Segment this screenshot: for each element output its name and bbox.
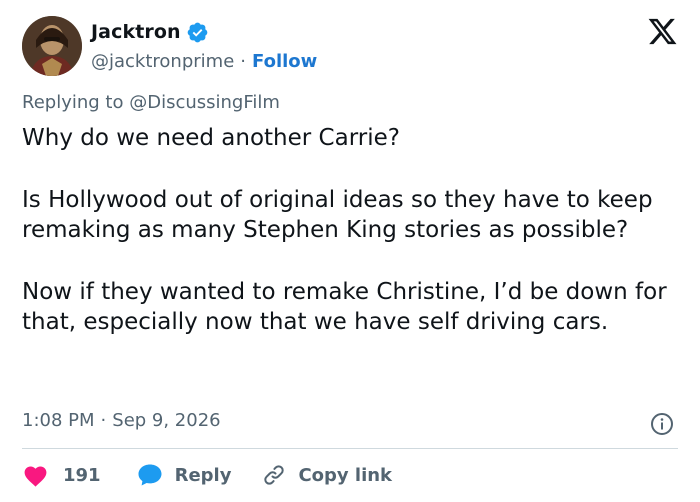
timestamp-separator: ·: [100, 410, 107, 431]
divider: [22, 448, 678, 449]
tweet-paragraph: Why do we need another Carrie?: [22, 125, 400, 151]
tweet-paragraph: Is Hollywood out of original ideas so th…: [22, 186, 653, 244]
verified-badge-icon: [186, 21, 209, 44]
tweet-date: Sep 9, 2026: [112, 410, 221, 431]
author-handle[interactable]: @jacktronprime: [91, 51, 234, 72]
copy-link-label: Copy link: [298, 464, 393, 486]
reply-context-mention[interactable]: @DiscussingFilm: [129, 92, 280, 113]
handle-separator: ·: [240, 50, 247, 72]
avatar[interactable]: [22, 16, 82, 76]
reply-button[interactable]: Reply: [137, 463, 232, 487]
handle-row: @jacktronprime · Follow: [91, 48, 317, 74]
like-count: 191: [63, 464, 101, 486]
action-bar: 191 Reply Copy link: [22, 458, 392, 492]
tweet-time: 1:08 PM: [22, 410, 95, 431]
tweet-header: Jacktron @jacktronprime · Follow: [22, 15, 317, 77]
heart-icon: [22, 463, 49, 487]
tweet-timestamp[interactable]: 1:08 PM · Sep 9, 2026: [22, 410, 221, 431]
reply-label: Reply: [174, 464, 232, 486]
copy-link-button[interactable]: Copy link: [262, 463, 392, 487]
reply-context-prefix: Replying to: [22, 92, 124, 113]
reply-context: Replying to @DiscussingFilm: [22, 92, 280, 113]
name-row: Jacktron: [91, 18, 317, 46]
like-button[interactable]: 191: [22, 463, 101, 487]
author-display-name[interactable]: Jacktron: [91, 21, 181, 43]
link-icon: [262, 463, 286, 487]
x-logo-icon[interactable]: [647, 16, 678, 47]
info-icon[interactable]: [650, 412, 674, 436]
speech-bubble-icon: [137, 463, 163, 487]
follow-button[interactable]: Follow: [252, 51, 317, 72]
tweet-card: Jacktron @jacktronprime · Follow Replyin…: [0, 0, 700, 502]
tweet-text: Why do we need another Carrie? Is Hollyw…: [22, 123, 682, 338]
avatar-image: [22, 16, 82, 76]
author-block: Jacktron @jacktronprime · Follow: [91, 18, 317, 74]
tweet-paragraph: Now if they wanted to remake Christine, …: [22, 278, 667, 336]
